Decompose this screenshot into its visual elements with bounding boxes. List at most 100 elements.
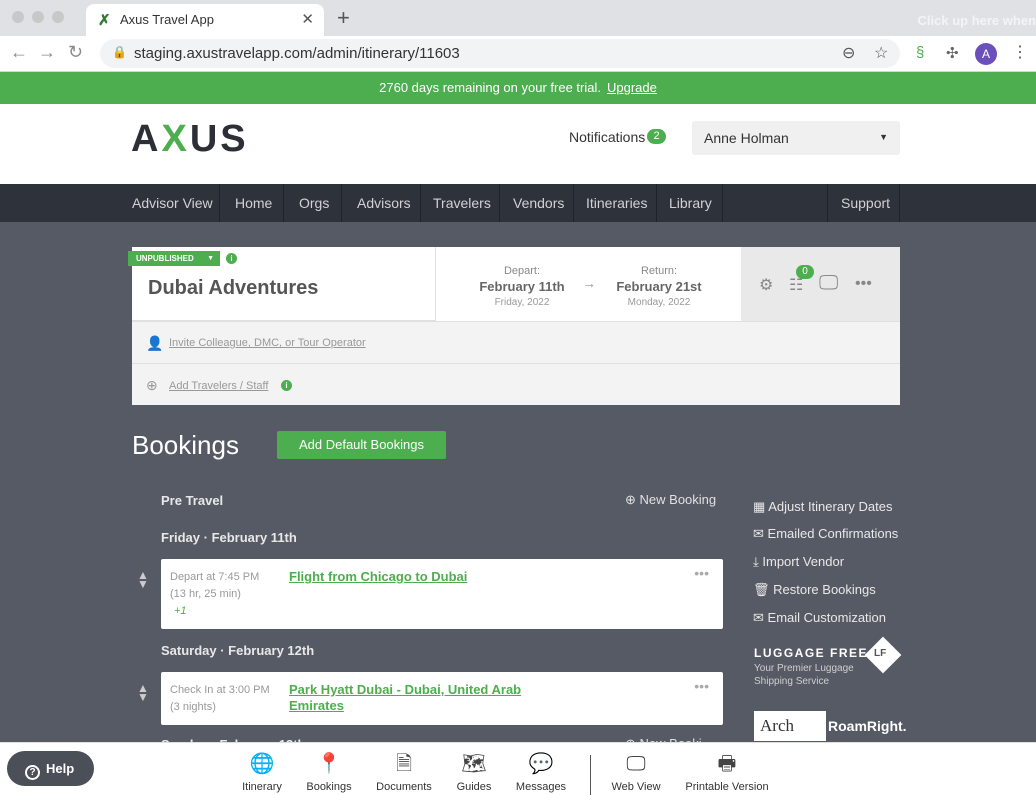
nav-support[interactable]: Support xyxy=(841,184,890,222)
nav-divider xyxy=(573,184,574,222)
adjust-dates-link[interactable]: ▦ Adjust Itinerary Dates xyxy=(753,499,892,515)
forward-arrow-icon[interactable]: → xyxy=(38,42,56,63)
notifications-link[interactable]: Notifications xyxy=(569,129,645,145)
window-minimize-button[interactable] xyxy=(32,11,44,23)
booking-title-link-line2[interactable]: Emirates xyxy=(289,698,344,713)
user-menu-dropdown[interactable]: Anne Holman ▼ xyxy=(692,121,900,155)
trial-message: 2760 days remaining on your free trial. xyxy=(379,80,601,95)
reload-icon[interactable]: ↻ xyxy=(68,42,83,63)
return-label: Return: xyxy=(640,265,678,277)
restore-bookings-link[interactable]: 🗑 Restore Bookings xyxy=(753,582,876,598)
bookings-title: Bookings xyxy=(132,430,239,460)
invite-link[interactable]: Invite Colleague, DMC, or Tour Operator xyxy=(169,337,366,349)
plus-circle-icon: ⊕ xyxy=(625,492,636,507)
caret-down-icon: ▼ xyxy=(879,132,888,142)
section-day-heading: Friday · February 11th xyxy=(161,530,297,545)
sort-handle-icon[interactable]: ▲ ▼ xyxy=(137,569,149,590)
nav-orgs[interactable]: Orgs xyxy=(299,184,329,222)
nav-divider xyxy=(420,184,421,222)
nav-itineraries[interactable]: Itineraries xyxy=(586,184,647,222)
toolbar-label: Printable Version xyxy=(685,781,769,793)
add-travelers-link[interactable]: Add Travelers / Staff xyxy=(169,380,268,392)
more-vertical-icon[interactable]: ⋮ xyxy=(1012,42,1028,62)
envelope-icon: ✉ xyxy=(753,526,764,541)
toolbar-label: Messages xyxy=(515,781,567,793)
lock-icon: 🔒 xyxy=(112,45,127,59)
gear-icon[interactable]: ⚙ xyxy=(759,275,773,295)
extension-icon[interactable]: § xyxy=(916,44,924,61)
return-date: February 21st xyxy=(616,279,702,294)
upgrade-link[interactable]: Upgrade xyxy=(607,80,657,95)
itinerary-dates[interactable]: Depart: February 11th Friday, 2022 → Ret… xyxy=(435,247,741,321)
trial-banner: 2760 days remaining on your free trial. U… xyxy=(0,72,1036,104)
nav-library[interactable]: Library xyxy=(669,184,712,222)
toolbar-documents[interactable]: 🗎 Documents xyxy=(374,753,434,793)
itinerary-title[interactable]: Dubai Adventures xyxy=(148,277,318,300)
add-default-bookings-button[interactable]: Add Default Bookings xyxy=(277,431,446,459)
browser-address-bar: ← → ↻ 🔒 staging.axustravelapp.com/admin/… xyxy=(0,36,1036,72)
info-icon[interactable]: i xyxy=(226,253,237,264)
puzzle-icon[interactable]: ✣ xyxy=(946,44,959,62)
section-pre-travel: Pre Travel xyxy=(161,493,224,508)
depart-day: Friday, 2022 xyxy=(494,297,550,308)
faded-hint: Click up here when xyxy=(917,13,1036,28)
toolbar-guides[interactable]: 🗺 Guides xyxy=(454,753,494,793)
toolbar-web-view[interactable]: 🖵 Web View xyxy=(608,753,664,793)
printer-icon: 🖶 xyxy=(717,753,737,775)
itinerary-card: UNPUBLISHED ▼ i Dubai Adventures Depart:… xyxy=(128,247,900,405)
help-button[interactable]: ? Help xyxy=(7,751,94,786)
monitor-icon[interactable]: 🖵 xyxy=(819,272,838,295)
document-icon: 🗎 xyxy=(395,753,413,775)
toolbar-printable[interactable]: 🖶 Printable Version xyxy=(683,753,771,793)
itinerary-actions: ⚙ 0 ☷ 🖵 ••• xyxy=(741,247,900,321)
emailed-confirmations-link[interactable]: ✉ Emailed Confirmations xyxy=(753,526,898,542)
new-booking-button[interactable]: ⊕ New Booking xyxy=(625,492,716,508)
add-travelers-row: ⊕ Add Travelers / Staff i xyxy=(132,363,900,405)
map-pin-icon: 📍 xyxy=(316,753,342,775)
window-zoom-button[interactable] xyxy=(52,11,64,23)
booking-title-link[interactable]: Flight from Chicago to Dubai xyxy=(289,569,467,584)
sort-handle-icon[interactable]: ▲ ▼ xyxy=(137,682,149,703)
nav-advisors[interactable]: Advisors xyxy=(357,184,411,222)
return-day: Monday, 2022 xyxy=(627,297,691,308)
plus-icon[interactable]: + xyxy=(337,5,350,31)
booking-time: Depart at 7:45 PM xyxy=(170,571,260,583)
browser-tab[interactable]: ✗ Axus Travel App ✕ xyxy=(86,4,324,36)
import-vendor-link[interactable]: ⤓ Import Vendor xyxy=(753,554,844,570)
booking-title-link[interactable]: Park Hyatt Dubai - Dubai, United Arab xyxy=(289,682,521,697)
star-icon[interactable]: ☆ xyxy=(874,43,888,63)
arch-roamright-partner[interactable]: Arch RoamRight. xyxy=(754,711,907,741)
more-icon[interactable]: ••• xyxy=(855,275,872,293)
booking-card[interactable]: Check In at 3:00 PM (3 nights) Park Hyat… xyxy=(161,672,723,725)
nav-vendors[interactable]: Vendors xyxy=(513,184,564,222)
globe-icon: 🌐 xyxy=(249,753,275,775)
nav-travelers[interactable]: Travelers xyxy=(433,184,491,222)
more-icon[interactable]: ••• xyxy=(694,678,709,694)
axus-logo[interactable]: AXUS xyxy=(131,118,249,161)
status-label: UNPUBLISHED xyxy=(136,254,194,263)
profile-avatar[interactable]: A xyxy=(975,43,997,65)
nav-divider xyxy=(499,184,500,222)
window-close-button[interactable] xyxy=(12,11,24,23)
toolbar-itinerary[interactable]: 🌐 Itinerary xyxy=(242,753,282,793)
nav-home[interactable]: Home xyxy=(235,184,272,222)
tab-title: Axus Travel App xyxy=(120,12,214,27)
nav-divider xyxy=(827,184,828,222)
zoom-icon[interactable]: ⊖ xyxy=(842,43,855,63)
plus-circle-icon[interactable]: ⊕ xyxy=(146,377,158,394)
back-arrow-icon[interactable]: ← xyxy=(10,42,28,63)
download-icon: ⤓ xyxy=(753,554,759,569)
more-icon[interactable]: ••• xyxy=(694,565,709,581)
toolbar-bookings[interactable]: 📍 Bookings xyxy=(304,753,354,793)
luggage-free-partner[interactable]: LUGGAGE FREE Your Premier Luggage Shippin… xyxy=(754,636,904,688)
email-customization-link[interactable]: ✉ Email Customization xyxy=(753,610,886,626)
close-icon[interactable]: ✕ xyxy=(301,10,314,28)
url-field[interactable]: 🔒 staging.axustravelapp.com/admin/itiner… xyxy=(100,39,900,68)
nav-advisor-view[interactable]: Advisor View xyxy=(132,184,213,222)
booking-card[interactable]: Depart at 7:45 PM (13 hr, 25 min) +1 Fli… xyxy=(161,559,723,629)
checklist-icon[interactable]: ☷ xyxy=(789,275,803,295)
day-offset: +1 xyxy=(174,605,187,617)
toolbar-messages[interactable]: 💬 Messages xyxy=(513,753,569,793)
status-dropdown[interactable]: UNPUBLISHED ▼ xyxy=(128,251,220,266)
info-icon[interactable]: i xyxy=(281,380,292,391)
